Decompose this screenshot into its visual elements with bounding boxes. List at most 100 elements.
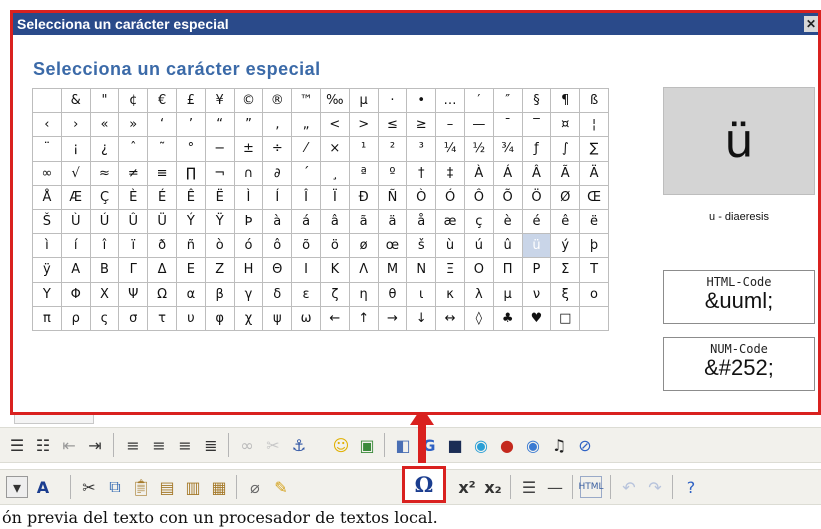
char-cell[interactable]: Ç [89, 184, 120, 210]
char-cell[interactable]: œ [377, 233, 408, 259]
char-cell[interactable]: ¯ [492, 112, 523, 138]
char-cell[interactable]: ¹ [348, 136, 379, 162]
char-cell[interactable]: Ñ [377, 184, 408, 210]
char-cell[interactable]: θ [377, 281, 408, 307]
paste-word-icon[interactable]: ▥ [182, 476, 204, 498]
char-cell[interactable]: ¡ [60, 136, 91, 162]
char-cell[interactable]: “ [204, 112, 235, 138]
char-cell[interactable]: Ö [521, 184, 552, 210]
char-cell[interactable]: ¸ [319, 160, 350, 186]
char-cell[interactable]: Π [492, 257, 523, 283]
numbered-list-icon[interactable]: ☷ [32, 434, 54, 456]
char-cell[interactable]: κ [435, 281, 465, 307]
char-cell[interactable]: ¿ [89, 136, 120, 162]
char-cell[interactable]: Ä [579, 160, 609, 186]
char-cell[interactable]: « [89, 112, 120, 138]
char-cell[interactable]: Ó [435, 184, 465, 210]
char-cell[interactable]: î [89, 233, 120, 259]
html-icon[interactable]: HTML [578, 476, 604, 498]
paste-icon[interactable]: 📋︎ [130, 476, 152, 498]
char-cell[interactable]: Υ [32, 281, 62, 307]
char-cell[interactable]: Γ [118, 257, 149, 283]
char-cell[interactable]: √ [60, 160, 91, 186]
char-cell[interactable]: À [463, 160, 494, 186]
char-cell[interactable]: Ã [550, 160, 581, 186]
char-cell[interactable]: ý [550, 233, 581, 259]
anchor-icon[interactable]: ⚓ [288, 434, 310, 456]
superscript-icon[interactable]: x² [456, 476, 478, 498]
char-cell[interactable]: û [492, 233, 523, 259]
char-cell[interactable]: • [406, 87, 437, 114]
char-cell[interactable]: È [118, 184, 149, 210]
char-cell[interactable]: Ζ [204, 257, 235, 283]
align-center-icon[interactable]: ≡ [148, 434, 170, 456]
char-cell[interactable]: τ [147, 305, 177, 331]
char-cell[interactable]: ú [463, 233, 494, 259]
char-cell[interactable]: Ù [60, 208, 91, 235]
char-cell[interactable]: © [233, 87, 264, 114]
char-cell[interactable]: ∞ [32, 160, 62, 186]
page-break-icon[interactable]: ☰ [518, 476, 540, 498]
char-cell[interactable]: è [492, 208, 523, 235]
char-cell[interactable]: ´ [291, 160, 321, 186]
char-cell[interactable]: – [435, 112, 465, 138]
char-cell[interactable]: ∩ [233, 160, 264, 186]
help-icon[interactable]: ? [680, 476, 702, 498]
char-cell[interactable]: Μ [377, 257, 408, 283]
char-cell[interactable]: η [348, 281, 379, 307]
char-cell[interactable]: ƒ [521, 136, 552, 162]
char-cell[interactable]: ¶ [550, 87, 581, 114]
horizontal-rule-icon[interactable]: — [544, 476, 566, 498]
char-cell[interactable]: ∫ [550, 136, 581, 162]
char-cell[interactable]: υ [175, 305, 206, 331]
char-cell[interactable]: σ [118, 305, 149, 331]
char-cell[interactable]: χ [233, 305, 264, 331]
char-cell[interactable]: ò [204, 233, 235, 259]
char-cell[interactable]: ¤ [550, 112, 581, 138]
char-cell[interactable]: á [291, 208, 321, 235]
char-cell[interactable]: § [521, 87, 552, 114]
cut-icon[interactable]: ✂ [78, 476, 100, 498]
char-cell[interactable]: ç [463, 208, 494, 235]
char-cell[interactable]: ⁄ [291, 136, 321, 162]
undo-icon[interactable]: ↶ [618, 476, 640, 498]
char-cell[interactable]: ν [521, 281, 552, 307]
char-cell[interactable]: Æ [60, 184, 91, 210]
link-icon[interactable]: ∞ [236, 434, 258, 456]
char-cell[interactable]: ² [377, 136, 408, 162]
char-cell[interactable]: é [521, 208, 552, 235]
char-cell[interactable]: ‰ [319, 87, 350, 114]
sound-icon[interactable]: ♫ [548, 434, 570, 456]
char-cell[interactable]: É [147, 184, 177, 210]
char-cell[interactable]: € [147, 87, 177, 114]
char-cell[interactable]: ü [521, 233, 552, 259]
char-cell[interactable]: ˜ [147, 136, 177, 162]
char-cell[interactable]: ◊ [463, 305, 494, 331]
char-cell[interactable]: ø [348, 233, 379, 259]
char-cell[interactable]: ® [262, 87, 293, 114]
char-cell[interactable]: õ [291, 233, 321, 259]
char-cell[interactable]: π [32, 305, 62, 331]
info-icon[interactable]: ■ [444, 434, 466, 456]
char-cell[interactable]: ä [377, 208, 408, 235]
char-cell[interactable]: ê [550, 208, 581, 235]
char-cell[interactable]: Ν [406, 257, 437, 283]
char-cell[interactable]: μ [492, 281, 523, 307]
char-cell[interactable]: å [406, 208, 437, 235]
char-cell[interactable]: ξ [550, 281, 581, 307]
char-cell[interactable]: Η [233, 257, 264, 283]
char-cell[interactable]: Í [262, 184, 293, 210]
char-cell[interactable]: ≤ [377, 112, 408, 138]
char-cell[interactable]: Σ [550, 257, 581, 283]
dialog-title-bar[interactable]: Selecciona un carácter especial ✕ [13, 13, 818, 35]
char-cell[interactable]: ù [435, 233, 465, 259]
char-cell[interactable]: ρ [60, 305, 91, 331]
char-cell[interactable]: ° [175, 136, 206, 162]
char-cell[interactable]: þ [579, 233, 609, 259]
char-cell[interactable]: ß [579, 87, 609, 114]
align-left-icon[interactable]: ≡ [122, 434, 144, 456]
char-cell[interactable]: Å [32, 184, 62, 210]
char-cell[interactable]: Œ [579, 184, 609, 210]
char-cell[interactable]: » [118, 112, 149, 138]
char-cell[interactable]: α [175, 281, 206, 307]
